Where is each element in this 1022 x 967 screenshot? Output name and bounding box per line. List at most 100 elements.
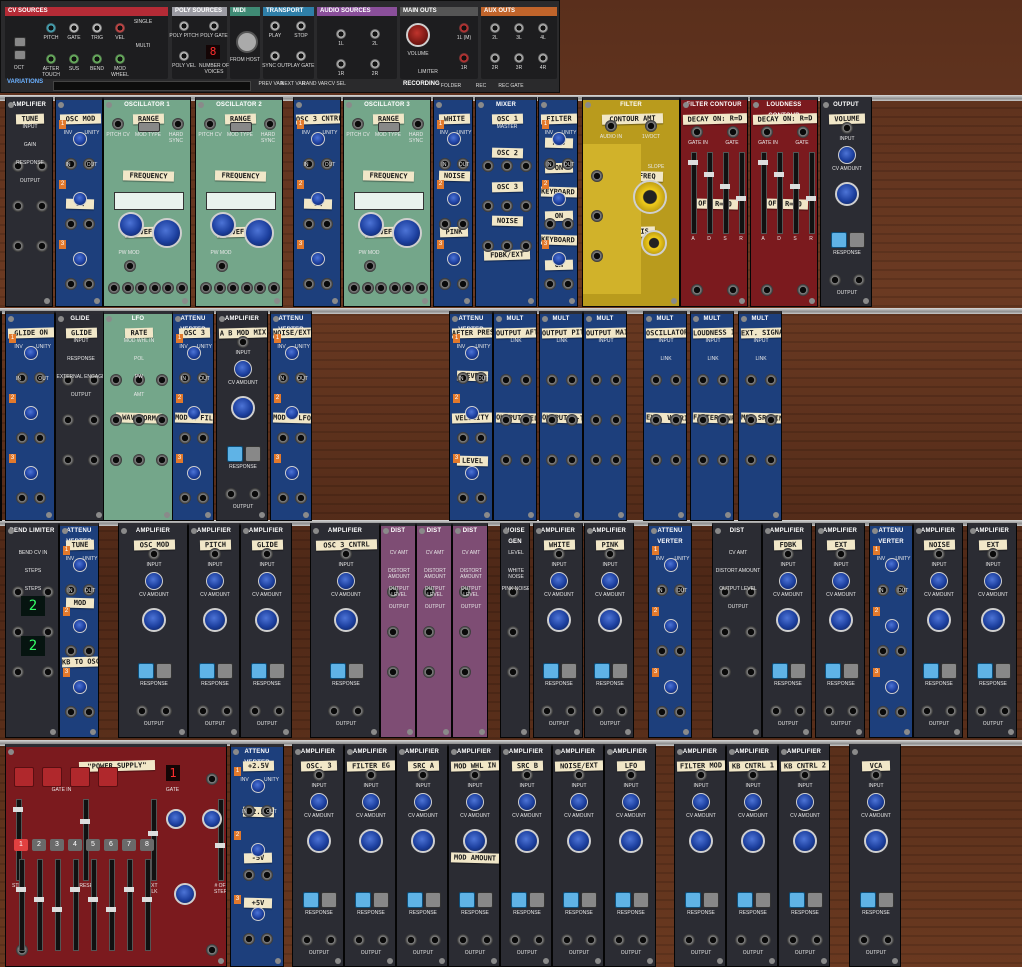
- mod-type-button[interactable]: [230, 122, 252, 132]
- main-out-jack-0[interactable]: [459, 23, 469, 33]
- patch-jack[interactable]: [546, 414, 558, 426]
- out-jack[interactable]: [0, 372, 2, 384]
- cv-jack-0[interactable]: [46, 23, 56, 33]
- out-jack[interactable]: [83, 218, 95, 230]
- cv-amount-knob[interactable]: [518, 793, 536, 811]
- osc-output-jack[interactable]: [254, 282, 267, 294]
- cv-amount-knob[interactable]: [779, 572, 797, 590]
- cv-jack-6[interactable]: [92, 54, 102, 64]
- patch-jack[interactable]: [610, 454, 622, 466]
- transport-square-button[interactable]: [70, 767, 90, 787]
- lin-button[interactable]: [543, 663, 559, 679]
- input-jack[interactable]: [799, 769, 811, 781]
- patch-jack[interactable]: [546, 454, 558, 466]
- patch-jack[interactable]: [482, 240, 494, 252]
- output-jack-minus[interactable]: [735, 934, 747, 946]
- input-jack[interactable]: [747, 769, 759, 781]
- exp-button[interactable]: [321, 892, 337, 908]
- input-jack[interactable]: [987, 548, 999, 560]
- gain-knob[interactable]: [776, 608, 800, 632]
- gain-knob[interactable]: [981, 608, 1005, 632]
- out-jack[interactable]: [674, 645, 686, 657]
- patch-jack[interactable]: [650, 414, 662, 426]
- osc-output-jack[interactable]: [148, 282, 161, 294]
- emphasis-knob[interactable]: [641, 230, 667, 256]
- range-knob[interactable]: [152, 218, 182, 248]
- exp-button[interactable]: [269, 663, 285, 679]
- attenuverter-knob[interactable]: [285, 466, 299, 480]
- out-jack[interactable]: [34, 492, 46, 504]
- patch-jack[interactable]: [717, 374, 729, 386]
- attenuverter-knob[interactable]: [73, 252, 87, 266]
- volume-knob[interactable]: [406, 23, 430, 47]
- gain-knob[interactable]: [547, 608, 571, 632]
- lin-button[interactable]: [563, 892, 579, 908]
- out-jack[interactable]: [197, 492, 209, 504]
- attenuverter-knob[interactable]: [251, 907, 265, 921]
- output-jack-minus[interactable]: [770, 705, 782, 717]
- out-jack[interactable]: [321, 218, 333, 230]
- poly-jack-2[interactable]: [179, 51, 189, 61]
- osc-output-jack[interactable]: [240, 282, 253, 294]
- in-jack[interactable]: [877, 645, 889, 657]
- attenuverter-knob[interactable]: [465, 466, 479, 480]
- aux-jack-2[interactable]: [538, 23, 548, 33]
- exp-button[interactable]: [790, 663, 806, 679]
- variations-bar[interactable]: [53, 81, 251, 91]
- osc-output-jack[interactable]: [121, 282, 134, 294]
- output-jack-plus[interactable]: [847, 705, 859, 717]
- slider-cap[interactable]: [80, 819, 91, 824]
- attenuverter-knob[interactable]: [187, 406, 201, 420]
- patch-jack[interactable]: [520, 160, 532, 172]
- patch-jack[interactable]: [459, 666, 471, 678]
- frequency-knob[interactable]: [210, 212, 236, 238]
- attenuverter-knob[interactable]: [885, 619, 899, 633]
- output-jack-plus[interactable]: [565, 705, 577, 717]
- patch-jack[interactable]: [566, 454, 578, 466]
- cv-amount-knob[interactable]: [310, 793, 328, 811]
- gain-knob[interactable]: [307, 829, 331, 853]
- osc-output-jack[interactable]: [213, 282, 226, 294]
- exp-button[interactable]: [878, 892, 894, 908]
- attenuverter-knob[interactable]: [73, 619, 87, 633]
- patch-jack[interactable]: [745, 626, 757, 638]
- input-jack[interactable]: [148, 548, 160, 560]
- out-jack[interactable]: [261, 869, 273, 881]
- aux-jack-0[interactable]: [490, 23, 500, 33]
- attenuverter-knob[interactable]: [251, 843, 265, 857]
- output-jack-minus[interactable]: [457, 934, 469, 946]
- out-jack[interactable]: [0, 432, 2, 444]
- step-slider[interactable]: [37, 859, 43, 951]
- lin-button[interactable]: [772, 663, 788, 679]
- gain-knob[interactable]: [515, 829, 539, 853]
- gate-jack[interactable]: [727, 126, 739, 138]
- in-jack[interactable]: [544, 278, 556, 290]
- osc-output-jack[interactable]: [227, 282, 240, 294]
- in-jack[interactable]: [65, 706, 77, 718]
- in-jack[interactable]: [277, 432, 289, 444]
- step-button[interactable]: 3: [50, 839, 64, 851]
- patch-jack[interactable]: [500, 454, 512, 466]
- attenuverter-knob[interactable]: [447, 192, 461, 206]
- attenuverter-knob[interactable]: [447, 252, 461, 266]
- step-slider[interactable]: [19, 859, 25, 951]
- osc-output-jack[interactable]: [375, 282, 388, 294]
- output-jack-plus[interactable]: [352, 705, 364, 717]
- step-button[interactable]: 7: [122, 839, 136, 851]
- out-jack[interactable]: [475, 492, 487, 504]
- patch-jack[interactable]: [12, 666, 24, 678]
- cv-amount-knob[interactable]: [601, 572, 619, 590]
- output-jack-plus[interactable]: [882, 934, 894, 946]
- patch-jack[interactable]: [500, 374, 512, 386]
- exp-button[interactable]: [807, 892, 823, 908]
- output-jack-plus[interactable]: [759, 934, 771, 946]
- patch-jack[interactable]: [62, 414, 74, 426]
- lin-button[interactable]: [407, 892, 423, 908]
- filter-mod-jack[interactable]: [591, 170, 603, 182]
- lin-button[interactable]: [330, 663, 346, 679]
- transport-square-button[interactable]: [14, 767, 34, 787]
- patch-jack[interactable]: [650, 374, 662, 386]
- audio-jack-3[interactable]: [370, 59, 380, 69]
- in-jack[interactable]: [16, 492, 28, 504]
- step-slider-cap[interactable]: [34, 897, 44, 902]
